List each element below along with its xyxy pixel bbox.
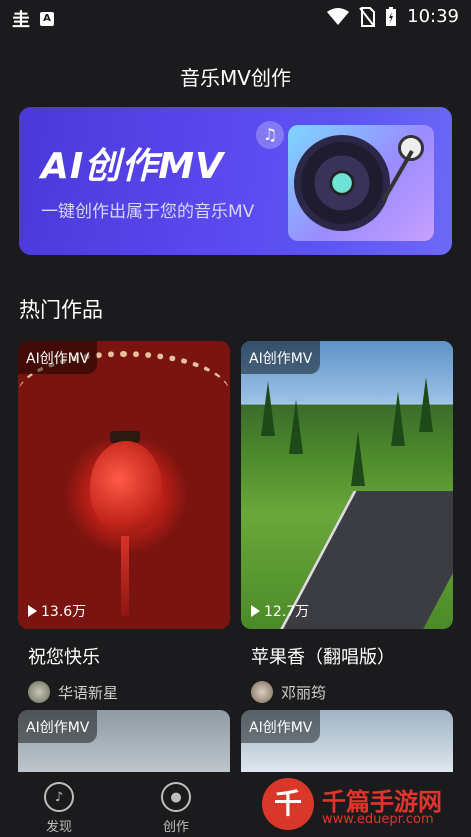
app-logo: 圭 [12,10,30,31]
no-sim-icon [359,6,376,27]
watermark: 千 千篇手游网 www.eduepr.com [262,778,467,834]
section-title: 热门作品 [19,298,103,322]
card-author[interactable]: 华语新星 [28,681,230,703]
turntable-illustration [288,125,434,241]
card-thumbnail[interactable]: AI创作MV 13.6万 [18,341,230,629]
status-bar: 圭 A 10:39 [0,0,471,34]
play-count-value: 12.7万 [264,604,310,620]
music-note-icon: ♫ [256,121,284,149]
status-right: 10:39 [327,6,459,27]
tree [351,431,365,486]
play-count: 12.7万 [251,601,309,621]
turntable-knob [398,135,424,161]
card-tag: AI创作MV [18,710,98,743]
disc-icon: ● [161,782,191,812]
status-left: 圭 A [12,6,54,32]
card-tag: AI创作MV [18,341,98,374]
lantern [90,441,162,536]
tree [289,399,303,454]
banner-title: AI创作MV [41,146,224,187]
a-icon: A [40,12,54,26]
work-card[interactable]: AI创作MV 13.6万 祝您快乐 华语新星 [18,341,230,703]
music-note-icon: ♪ [44,782,74,812]
lantern-tassel [121,536,129,616]
card-tag: AI创作MV [241,710,321,743]
wifi-icon [327,7,350,25]
nav-discover[interactable]: ♪ 发现 [19,782,99,835]
author-name: 邓丽筠 [281,683,327,702]
play-count-value: 13.6万 [41,604,87,620]
play-icon [28,605,37,617]
play-icon [251,605,260,617]
card-author[interactable]: 邓丽筠 [251,681,453,703]
watermark-logo: 千 [262,778,314,830]
card-title: 苹果香（翻唱版） [251,647,395,668]
watermark-url: www.eduepr.com [322,812,434,827]
banner-subtitle: 一键创作出属于您的音乐MV [41,202,255,222]
nav-label: 发现 [45,820,72,835]
play-count: 13.6万 [28,601,86,621]
card-title: 祝您快乐 [28,647,100,668]
vinyl-record-icon [294,135,390,231]
ai-mv-banner[interactable]: AI创作MV 一键创作出属于您的音乐MV ♫ [19,107,452,255]
card-thumbnail[interactable]: AI创作MV 12.7万 [241,341,453,629]
avatar [28,681,50,703]
battery-icon [386,6,397,26]
work-card[interactable]: AI创作MV 12.7万 苹果香（翻唱版） 邓丽筠 [241,341,453,703]
work-card[interactable]: AI创作MV [241,710,453,780]
nav-label: 创作 [162,820,189,835]
avatar [251,681,273,703]
card-tag: AI创作MV [241,341,321,374]
nav-create[interactable]: ● 创作 [136,782,216,835]
work-card[interactable]: AI创作MV [18,710,230,780]
author-name: 华语新星 [58,683,119,702]
page-title: 音乐MV创作 [180,66,291,90]
status-time: 10:39 [407,6,459,27]
